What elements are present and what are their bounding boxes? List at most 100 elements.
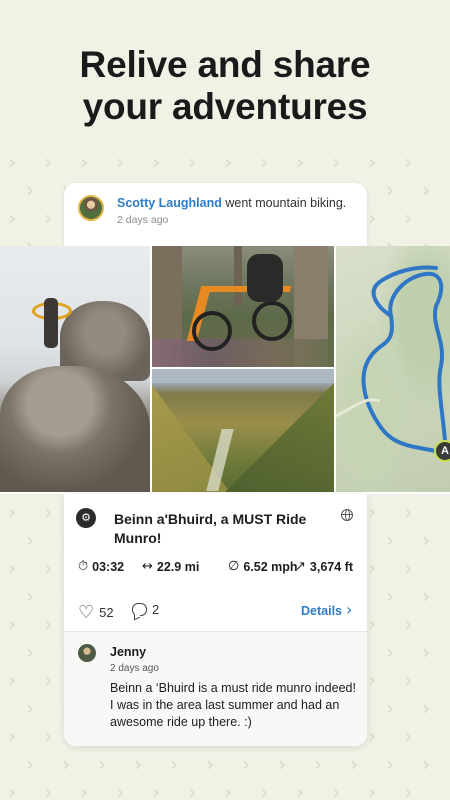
background-chevron: › [404,150,413,174]
background-chevron: › [44,668,53,692]
photo-forest-rider[interactable] [152,246,334,367]
background-chevron: › [368,668,377,692]
stat-distance-value: 22.9 mi [156,559,200,574]
background-chevron: › [368,206,377,230]
background-chevron: › [44,150,53,174]
headline-line-2: your adventures [82,86,368,127]
background-chevron: › [368,724,377,748]
elevation-arrow-icon: ↗ [295,559,306,574]
stat-moving-time-value: 03:32 [92,559,125,574]
like-count: 52 [99,605,114,620]
background-chevron: › [224,150,233,174]
background-chevron: › [188,780,197,800]
activity-detail-card[interactable]: ⚙ Beinn a'Bhuird, a MUST Ride Munro! ⏱ 0… [64,494,367,746]
mountain-bike-icon: ⚙ [76,508,96,528]
background-chevron: › [422,528,431,552]
background-chevron: › [386,528,395,552]
background-chevron: › [404,612,413,636]
like-button[interactable]: ♡ 52 [78,602,114,623]
background-chevron: › [26,696,35,720]
stat-moving-time: ⏱ 03:32 [78,559,124,574]
activity-header-card[interactable]: Scotty Laughland went mountain biking. 2… [64,183,367,247]
stopwatch-icon: ⏱ [78,559,89,574]
stat-average-speed: ∅ 6.52 mph [228,559,298,574]
commenter-avatar[interactable] [78,644,96,662]
stat-elevation: ↗ 3,674 ft [295,559,353,574]
background-chevron: › [260,150,269,174]
social-bar: ♡ 52 2 Details › [64,598,367,628]
background-chevron: › [8,780,17,800]
background-chevron: › [26,178,35,202]
background-chevron: › [80,150,89,174]
user-avatar[interactable] [78,195,104,221]
user-name-link[interactable]: Scotty Laughland [117,196,222,210]
activity-summary: Scotty Laughland went mountain biking. [117,196,346,210]
chevron-right-icon[interactable]: › [346,600,352,619]
background-chevron: › [188,150,197,174]
background-chevron: › [404,556,413,580]
background-chevron: › [62,752,71,776]
stat-distance: ↔ 22.9 mi [142,559,199,574]
background-chevron: › [296,780,305,800]
background-chevron: › [422,178,431,202]
background-chevron: › [332,780,341,800]
background-chevron: › [44,500,53,524]
background-chevron: › [422,696,431,720]
activity-timestamp: 2 days ago [117,214,169,226]
background-chevron: › [386,584,395,608]
background-chevron: › [44,556,53,580]
details-link[interactable]: Details [301,604,342,618]
background-chevron: › [134,752,143,776]
background-chevron: › [116,780,125,800]
activity-title[interactable]: Beinn a'Bhuird, a MUST Ride Munro! [114,510,334,548]
background-chevron: › [386,640,395,664]
globe-icon [341,509,353,521]
background-chevron: › [422,640,431,664]
background-chevron: › [368,150,377,174]
background-chevron: › [404,780,413,800]
photo-valley[interactable] [152,369,334,492]
headline: Relive and share your adventures [0,44,450,128]
background-chevron: › [422,752,431,776]
background-chevron: › [152,150,161,174]
average-speed-icon: ∅ [228,559,240,574]
heart-icon: ♡ [78,602,95,623]
route-map[interactable]: A [336,246,450,492]
background-chevron: › [80,780,89,800]
background-chevron: › [386,178,395,202]
background-chevron: › [314,752,323,776]
comments-section: Jenny 2 days ago Beinn a ‘Bhuird is a mu… [64,632,367,746]
photo-rock-summit[interactable] [0,246,150,492]
background-chevron: › [116,150,125,174]
background-chevron: › [170,752,179,776]
distance-arrows-icon: ↔ [142,559,153,574]
background-chevron: › [8,612,17,636]
background-chevron: › [8,668,17,692]
comment-timestamp: 2 days ago [110,663,159,674]
comment-author[interactable]: Jenny [110,645,146,659]
background-chevron: › [44,206,53,230]
background-chevron: › [44,724,53,748]
background-chevron: › [44,612,53,636]
comment-icon [132,603,147,616]
background-chevron: › [332,150,341,174]
background-chevron: › [26,528,35,552]
headline-line-1: Relive and share [79,44,371,85]
background-chevron: › [8,150,17,174]
background-chevron: › [386,752,395,776]
background-chevron: › [404,206,413,230]
background-chevron: › [260,780,269,800]
background-chevron: › [98,752,107,776]
background-chevron: › [26,752,35,776]
background-chevron: › [386,696,395,720]
background-chevron: › [368,612,377,636]
background-chevron: › [26,584,35,608]
background-chevron: › [422,584,431,608]
comment-button[interactable]: 2 [132,602,159,617]
background-chevron: › [242,752,251,776]
background-chevron: › [26,640,35,664]
background-chevron: › [152,780,161,800]
background-chevron: › [8,556,17,580]
map-start-marker: A [434,440,450,462]
activity-media-strip[interactable]: A [0,246,450,494]
